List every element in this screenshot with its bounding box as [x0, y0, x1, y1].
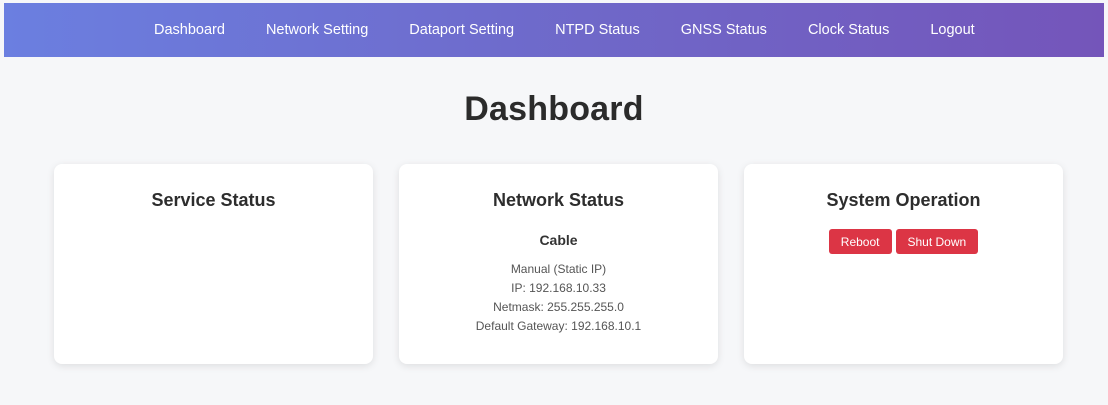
nav-clock-status-link[interactable]: Clock Status	[808, 22, 889, 38]
network-details: Manual (Static IP) IP: 192.168.10.33 Net…	[399, 260, 718, 336]
network-status-title: Network Status	[492, 190, 625, 210]
system-operation-title: System Operation	[826, 190, 981, 210]
reboot-button[interactable]: Reboot	[828, 229, 892, 254]
top-navbar: Dashboard Network Setting Dataport Setti…	[4, 3, 1104, 57]
service-status-card: Service Status	[54, 164, 373, 364]
shutdown-button[interactable]: Shut Down	[895, 229, 979, 254]
nav-gnss-status-link[interactable]: GNSS Status	[681, 22, 767, 38]
page: Dashboard Network Setting Dataport Setti…	[0, 0, 1108, 405]
nav-network-setting-link[interactable]: Network Setting	[266, 22, 368, 38]
system-operation-card: System Operation Reboot Shut Down	[744, 164, 1063, 364]
network-netmask: Netmask: 255.255.255.0	[493, 300, 624, 314]
nav-dashboard-link[interactable]: Dashboard	[154, 22, 225, 38]
network-type: Cable	[539, 232, 578, 248]
network-ip: IP: 192.168.10.33	[511, 281, 606, 295]
network-status-card: Network Status Cable Manual (Static IP) …	[399, 164, 718, 364]
nav-logout-link[interactable]: Logout	[930, 22, 974, 38]
nav-dataport-setting-link[interactable]: Dataport Setting	[409, 22, 514, 38]
nav-ntpd-status-link[interactable]: NTPD Status	[555, 22, 640, 38]
page-title: Dashboard	[464, 90, 644, 128]
network-gateway: Default Gateway: 192.168.10.1	[475, 319, 642, 333]
system-operation-actions: Reboot Shut Down	[744, 229, 1063, 254]
service-status-title: Service Status	[151, 190, 276, 210]
network-mode: Manual (Static IP)	[510, 262, 607, 276]
